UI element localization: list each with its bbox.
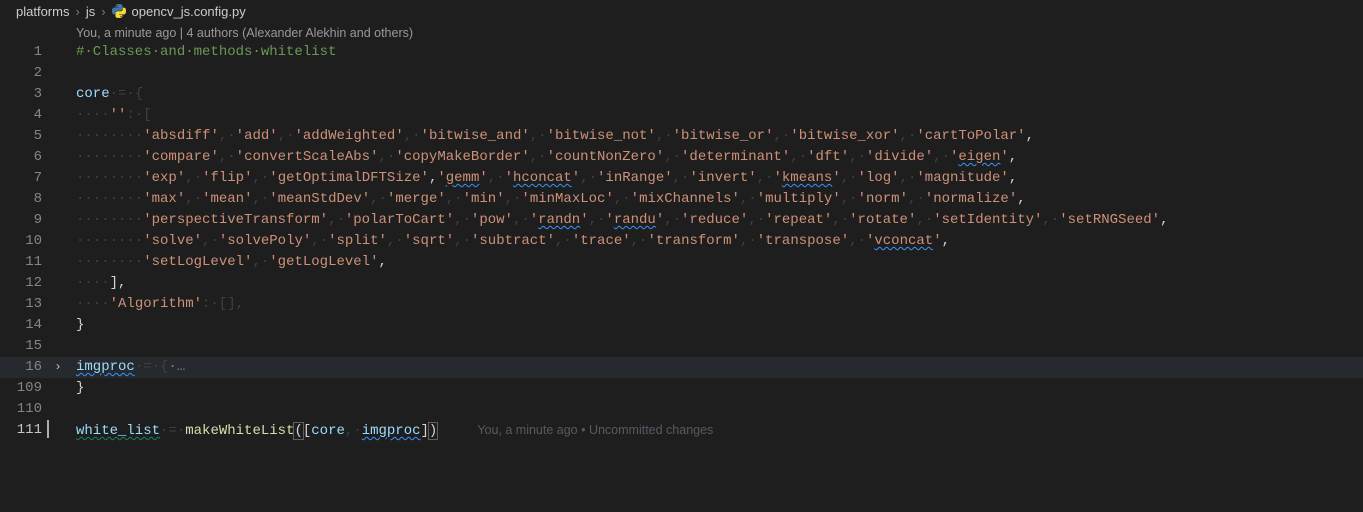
fold-collapsed-icon[interactable]: › [50,357,66,378]
line-number: 4 [0,105,50,126]
chevron-right-icon: › [75,4,79,19]
line-number: 14 [0,315,50,336]
line-number: 7 [0,168,50,189]
line-number: 8 [0,189,50,210]
breadcrumb[interactable]: platforms › js › opencv_js.config.py [0,0,1363,22]
line-number: 111 [0,420,50,441]
inline-git-blame[interactable]: You, a minute ago • Uncommitted changes [477,423,713,437]
line-number: 3 [0,84,50,105]
breadcrumb-seg[interactable]: platforms [16,4,69,19]
git-codelens[interactable]: You, a minute ago | 4 authors (Alexander… [0,26,1363,40]
line-number: 9 [0,210,50,231]
line-number: 5 [0,126,50,147]
code-text: ········'setLogLevel',·'getLogLevel', [66,252,1363,273]
code-text: ········'max',·'mean',·'meanStdDev',·'me… [66,189,1363,210]
line-number: 10 [0,231,50,252]
line-number: 109 [0,378,50,399]
code-text: ········'absdiff',·'add',·'addWeighted',… [66,126,1363,147]
chevron-right-icon: › [101,4,105,19]
line-number: 11 [0,252,50,273]
line-number: 16 [0,357,50,378]
code-text: ········'solve',·'solvePoly',·'split',·'… [66,231,1363,252]
line-number: 110 [0,399,50,420]
code-text: ········'compare',·'convertScaleAbs',·'c… [66,147,1363,168]
line-number: 1 [0,42,50,63]
line-number: 6 [0,147,50,168]
code-text: ········'perspectiveTransform',·'polarTo… [66,210,1363,231]
line-number: 12 [0,273,50,294]
code-editor[interactable]: 1#·Classes·and·methods·whitelist 2 3core… [0,42,1363,442]
folded-ellipsis[interactable]: ·… [168,359,185,375]
code-text: white_list·=·makeWhiteList([core,·imgpro… [66,420,1363,442]
line-number: 2 [0,63,50,84]
breadcrumb-file[interactable]: opencv_js.config.py [132,4,246,19]
gutter-cursor-indicator [47,420,49,438]
line-number: 15 [0,336,50,357]
breadcrumb-seg[interactable]: js [86,4,95,19]
line-number: 13 [0,294,50,315]
python-icon [112,4,126,18]
code-text: #·Classes·and·methods·whitelist [76,44,336,60]
code-text: ········'exp',·'flip',·'getOptimalDFTSiz… [66,168,1363,189]
